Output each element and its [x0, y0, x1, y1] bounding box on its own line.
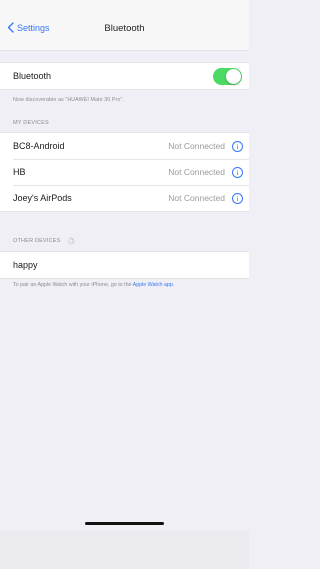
bluetooth-toggle[interactable]	[213, 68, 242, 85]
my-devices-list: BC8-Android Not Connected i HB Not Conne…	[0, 132, 249, 212]
bluetooth-settings-screen: Settings Bluetooth Bluetooth Now discove…	[0, 0, 249, 569]
device-row[interactable]: BC8-Android Not Connected i	[0, 133, 249, 159]
other-devices-list: happy	[0, 251, 249, 279]
device-status: Not Connected	[168, 141, 225, 151]
bottom-bar	[0, 531, 249, 569]
my-devices-header: MY DEVICES	[13, 120, 49, 126]
bluetooth-row: Bluetooth	[0, 63, 249, 89]
apple-watch-note: To pair an Apple Watch with your iPhone,…	[13, 282, 238, 290]
device-row[interactable]: happy	[0, 252, 249, 278]
info-icon[interactable]: i	[232, 140, 243, 152]
device-name: BC8-Android	[13, 141, 65, 151]
info-icon[interactable]: i	[232, 192, 243, 204]
device-name: Joey's AirPods	[13, 193, 72, 203]
device-status: Not Connected	[168, 167, 225, 177]
device-row[interactable]: HB Not Connected i	[0, 159, 249, 185]
bluetooth-toggle-group: Bluetooth	[0, 62, 249, 90]
navigation-bar: Settings Bluetooth	[0, 0, 249, 51]
device-row[interactable]: Joey's AirPods Not Connected i	[0, 185, 249, 211]
apple-watch-app-link[interactable]: Apple Watch app.	[133, 282, 175, 288]
bluetooth-label: Bluetooth	[13, 71, 52, 81]
info-icon[interactable]: i	[232, 166, 243, 178]
toggle-knob	[226, 69, 241, 84]
device-status: Not Connected	[168, 193, 225, 203]
apple-watch-note-text: To pair an Apple Watch with your iPhone,…	[13, 282, 133, 288]
discoverable-note: Now discoverable as "HUAWEI Mate 30 Pro"…	[13, 97, 124, 103]
page-title: Bluetooth	[104, 23, 145, 34]
home-indicator[interactable]	[85, 522, 164, 525]
loading-spinner-icon	[66, 237, 75, 245]
device-name: HB	[13, 167, 26, 177]
other-devices-header: OTHER DEVICES	[13, 237, 75, 245]
other-devices-header-label: OTHER DEVICES	[13, 238, 61, 244]
device-name: happy	[13, 260, 38, 270]
